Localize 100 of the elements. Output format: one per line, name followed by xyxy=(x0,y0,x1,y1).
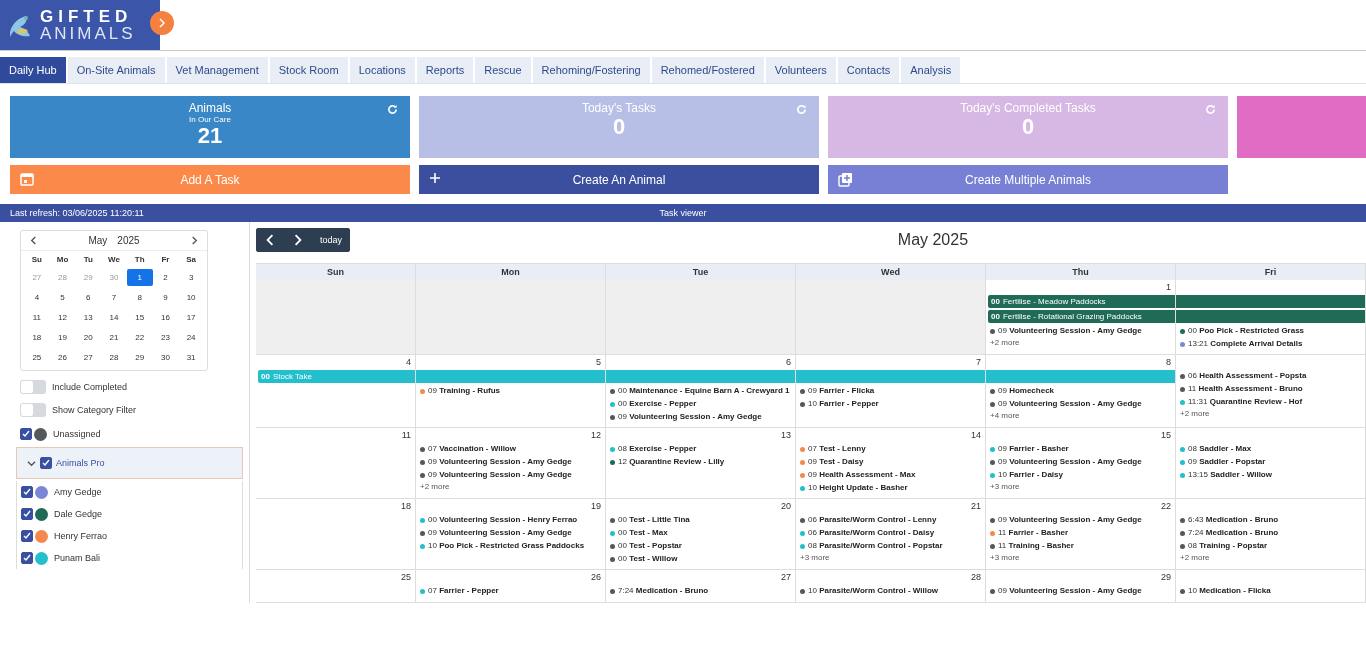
day-number[interactable]: 14 xyxy=(796,428,985,442)
nav-tab[interactable]: Rehoming/Fostering xyxy=(532,57,650,83)
action-button[interactable]: Create Multiple Animals xyxy=(828,165,1228,194)
day-number[interactable]: 21 xyxy=(796,499,985,513)
event-bar[interactable]: 00 Fertilise - Meadow Paddocks xyxy=(988,295,1175,308)
nav-tab[interactable]: Contacts xyxy=(837,57,900,83)
more-link[interactable]: +2 more xyxy=(1180,409,1210,418)
event-text[interactable]: 00 Test - Popstar xyxy=(618,540,682,552)
event-text[interactable]: 07 Farrier - Pepper xyxy=(428,585,499,597)
toggle-switch[interactable] xyxy=(20,380,46,394)
day-number[interactable]: 8 xyxy=(986,355,1175,369)
more-link[interactable]: +2 more xyxy=(1180,553,1210,562)
event-text[interactable]: 00 Test - Little Tina xyxy=(618,514,690,526)
event-text[interactable]: 10 Parasite/Worm Control - Willow xyxy=(808,585,939,597)
nav-tab[interactable]: Daily Hub xyxy=(0,57,66,83)
day-number[interactable]: 20 xyxy=(606,499,795,513)
event-text[interactable]: 11 Training - Basher xyxy=(998,540,1074,552)
calendar-day[interactable]: 31 xyxy=(178,349,204,366)
checkbox[interactable] xyxy=(21,508,33,520)
event-text[interactable]: 10 Farrier - Pepper xyxy=(808,398,879,410)
event-text[interactable]: 09 Homecheck xyxy=(998,385,1055,397)
day-number[interactable]: 11 xyxy=(256,428,415,442)
event-text[interactable]: 09 Volunteering Session - Amy Gedge xyxy=(998,456,1142,468)
event-text[interactable]: 09 Volunteering Session - Amy Gedge xyxy=(998,585,1142,597)
event-text[interactable]: 6:43 Medication - Bruno xyxy=(1188,514,1279,526)
day-number[interactable]: 22 xyxy=(986,499,1175,513)
calendar-day[interactable]: 11 xyxy=(24,309,50,326)
day-number[interactable]: 18 xyxy=(256,499,415,513)
event-text[interactable]: 07 Test - Lenny xyxy=(808,443,866,455)
event-text[interactable]: 08 Training - Popstar xyxy=(1188,540,1268,552)
more-link[interactable]: +2 more xyxy=(420,482,450,491)
calendar-day[interactable]: 21 xyxy=(101,329,127,346)
nav-tab[interactable]: Rehomed/Fostered xyxy=(651,57,764,83)
calendar-day[interactable]: 29 xyxy=(126,349,153,366)
checkbox[interactable] xyxy=(21,552,33,564)
year-label[interactable]: 2025 xyxy=(117,235,140,246)
calendar-day[interactable]: 16 xyxy=(152,309,179,326)
calendar-day[interactable]: 14 xyxy=(101,309,127,326)
event-text[interactable]: 09 Volunteering Session - Amy Gedge xyxy=(998,325,1142,337)
day-number[interactable]: 15 xyxy=(986,428,1175,442)
chevron-down-icon[interactable] xyxy=(27,458,36,468)
calendar-day[interactable]: 7 xyxy=(101,289,127,306)
day-number[interactable]: 4 xyxy=(256,355,415,369)
event-text[interactable]: 09 Volunteering Session - Amy Gedge xyxy=(428,527,572,539)
nav-tab[interactable]: Stock Room xyxy=(269,57,348,83)
event-text[interactable]: 09 Test - Daisy xyxy=(808,456,864,468)
event-text[interactable]: 00 Poo Pick - Restricted Grass xyxy=(1188,325,1305,337)
event-text[interactable]: 08 Exercise - Pepper xyxy=(618,443,697,455)
calendar-day[interactable]: 13 xyxy=(75,309,102,326)
event-text[interactable]: 06 Health Assessment - Popsta xyxy=(1188,370,1307,382)
assignee-group-header[interactable]: Animals Pro xyxy=(16,447,243,479)
event-bar[interactable]: 00 Fertilise - Rotational Grazing Paddocks xyxy=(988,310,1175,323)
calendar-day[interactable]: 2 xyxy=(152,269,179,286)
calendar-day[interactable]: 6 xyxy=(75,289,102,306)
event-text[interactable]: 08 Parasite/Worm Control - Popstar xyxy=(808,540,943,552)
calendar-day[interactable]: 23 xyxy=(152,329,179,346)
event-text[interactable]: 09 Training - Rufus xyxy=(428,385,501,397)
calendar-day[interactable]: 1 xyxy=(126,269,153,286)
day-number[interactable]: 27 xyxy=(606,570,795,584)
event-text[interactable]: 08 Saddler - Max xyxy=(1188,443,1252,455)
day-number[interactable]: 28 xyxy=(796,570,985,584)
event-text[interactable]: 13:21 Complete Arrival Details xyxy=(1188,338,1303,350)
more-link[interactable]: +3 more xyxy=(990,482,1020,491)
day-number[interactable]: 29 xyxy=(986,570,1175,584)
calendar-day[interactable]: 4 xyxy=(24,289,50,306)
calendar-day[interactable]: 15 xyxy=(126,309,153,326)
day-number[interactable]: 12 xyxy=(416,428,605,442)
more-link[interactable]: +3 more xyxy=(800,553,830,562)
event-text[interactable]: 07 Vaccination - Willow xyxy=(428,443,516,455)
nav-tab[interactable]: Locations xyxy=(349,57,415,83)
checkbox[interactable] xyxy=(40,457,52,469)
day-number[interactable]: 25 xyxy=(256,570,415,584)
calendar-day[interactable]: 20 xyxy=(75,329,102,346)
calendar-day[interactable]: 5 xyxy=(49,289,76,306)
nav-tab[interactable]: Rescue xyxy=(475,57,531,83)
nav-tab[interactable]: Volunteers xyxy=(765,57,836,83)
month-label[interactable]: May xyxy=(88,235,108,246)
event-text[interactable]: 00 Test - Max xyxy=(618,527,668,539)
calendar-day[interactable]: 9 xyxy=(152,289,179,306)
day-number[interactable]: 26 xyxy=(416,570,605,584)
calendar-day[interactable]: 18 xyxy=(24,329,50,346)
event-text[interactable]: 09 Farrier - Basher xyxy=(998,443,1069,455)
event-text[interactable]: 10 Poo Pick - Restricted Grass Paddocks xyxy=(428,540,585,552)
more-link[interactable]: +4 more xyxy=(990,411,1020,420)
calendar-day[interactable]: 30 xyxy=(152,349,179,366)
refresh-icon[interactable] xyxy=(387,104,398,115)
calendar-day[interactable]: 24 xyxy=(178,329,204,346)
event-text[interactable]: 7:24 Medication - Bruno xyxy=(1188,527,1279,539)
checkbox[interactable] xyxy=(20,428,32,440)
calendar-day[interactable]: 12 xyxy=(49,309,76,326)
nav-tab[interactable]: Reports xyxy=(416,57,474,83)
nav-tab[interactable]: On-Site Animals xyxy=(67,57,165,83)
event-text[interactable]: 09 Volunteering Session - Amy Gedge xyxy=(428,469,572,481)
nav-tab[interactable]: Vet Management xyxy=(166,57,268,83)
day-number[interactable]: 5 xyxy=(416,355,605,369)
event-text[interactable]: 11 Farrier - Basher xyxy=(998,527,1069,539)
more-link[interactable]: +2 more xyxy=(990,338,1020,347)
day-number[interactable]: 6 xyxy=(606,355,795,369)
checkbox[interactable] xyxy=(21,530,33,542)
event-text[interactable]: 09 Volunteering Session - Amy Gedge xyxy=(998,514,1142,526)
